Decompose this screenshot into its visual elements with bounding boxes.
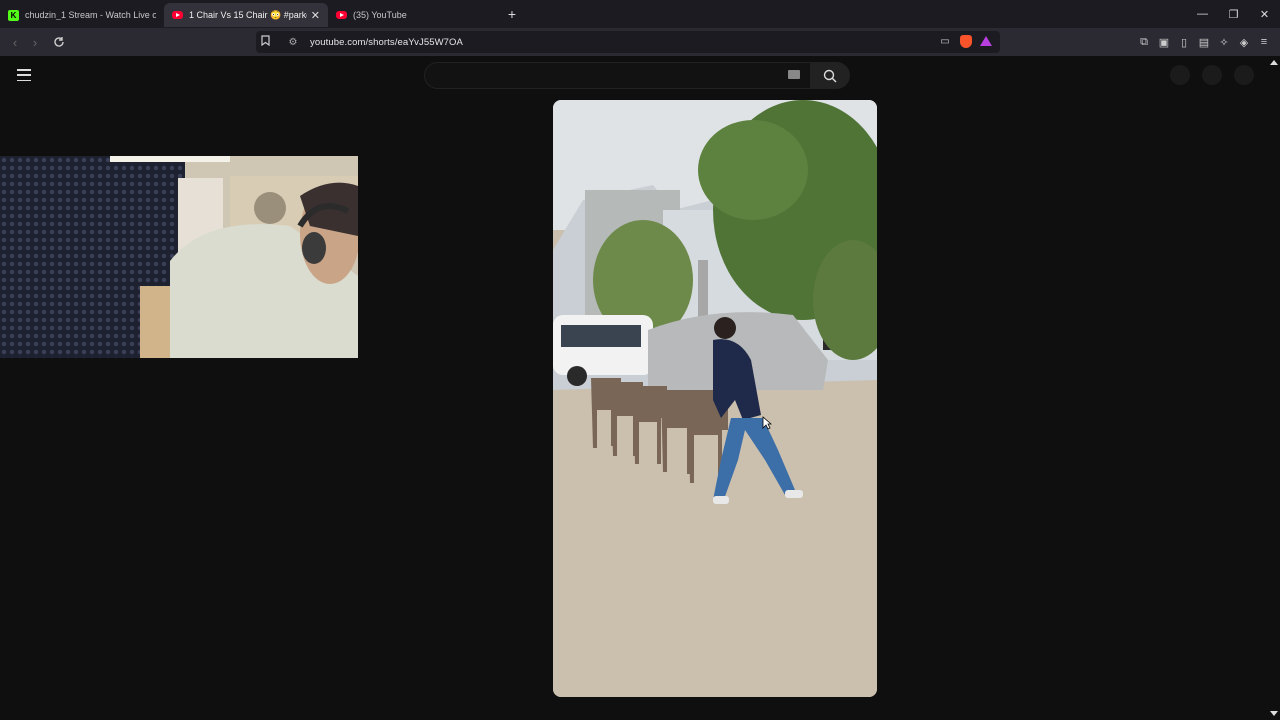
webcam-overlay bbox=[0, 156, 358, 358]
search-icon bbox=[823, 69, 837, 82]
close-window-button[interactable]: ✕ bbox=[1249, 8, 1280, 21]
avatar[interactable] bbox=[1234, 65, 1254, 85]
brave-shields-icon[interactable] bbox=[960, 34, 972, 48]
header-actions bbox=[1170, 65, 1254, 85]
tab-youtube-home[interactable]: (35) YouTube bbox=[328, 3, 492, 27]
shorts-video-player[interactable] bbox=[553, 100, 877, 697]
tab-kick-stream[interactable]: K chudzin_1 Stream - Watch Live on Kick bbox=[0, 3, 164, 27]
close-tab-icon[interactable]: ✕ bbox=[311, 9, 320, 22]
tab-title: (35) YouTube bbox=[353, 10, 407, 20]
address-bar[interactable]: ⚙ youtube.com/shorts/eaYvJ55W7OA ▭ bbox=[256, 31, 1000, 53]
search-button[interactable] bbox=[810, 62, 850, 89]
back-button[interactable]: ‹ bbox=[5, 32, 25, 52]
restore-button[interactable]: ❐ bbox=[1218, 8, 1249, 21]
search-input[interactable] bbox=[424, 62, 812, 89]
cast-icon[interactable]: ▭ bbox=[938, 34, 952, 48]
keyboard-icon[interactable] bbox=[788, 70, 800, 79]
notifications-button[interactable] bbox=[1202, 65, 1222, 85]
guide-menu-icon[interactable] bbox=[17, 69, 31, 81]
extensions-icon[interactable]: ⧉ bbox=[1136, 32, 1152, 52]
minimize-button[interactable]: — bbox=[1187, 8, 1218, 20]
youtube-icon bbox=[336, 10, 347, 21]
mouse-cursor bbox=[762, 416, 772, 430]
vpn-icon[interactable]: ◈ bbox=[1236, 32, 1252, 52]
wallet-icon[interactable]: ▤ bbox=[1196, 32, 1212, 52]
page-scrollbar[interactable] bbox=[1268, 56, 1280, 720]
screenshot-icon[interactable]: ▣ bbox=[1156, 32, 1172, 52]
browser-toolbar: ‹ › ⚙ youtube.com/shorts/eaYvJ55W7OA ▭ ⧉… bbox=[0, 28, 1280, 56]
youtube-icon bbox=[172, 10, 183, 21]
bookmark-icon[interactable] bbox=[256, 35, 274, 49]
tab-strip: K chudzin_1 Stream - Watch Live on Kick … bbox=[0, 0, 1280, 28]
window-controls: — ❐ ✕ bbox=[1187, 0, 1280, 28]
scroll-up-icon[interactable] bbox=[1270, 60, 1278, 65]
forward-button[interactable]: › bbox=[25, 32, 45, 52]
youtube-page bbox=[0, 56, 1280, 720]
brave-rewards-icon[interactable] bbox=[980, 36, 992, 46]
tab-title: chudzin_1 Stream - Watch Live on Kick bbox=[25, 10, 156, 20]
url-text: youtube.com/shorts/eaYvJ55W7OA bbox=[310, 36, 463, 48]
site-info-icon[interactable]: ⚙ bbox=[284, 37, 302, 48]
sidebar-icon[interactable]: ▯ bbox=[1176, 32, 1192, 52]
tab-title: 1 Chair Vs 15 Chair 😳 #parkour bbox=[189, 9, 307, 20]
kick-icon: K bbox=[8, 9, 19, 21]
scroll-down-icon[interactable] bbox=[1270, 711, 1278, 716]
tab-youtube-short[interactable]: 1 Chair Vs 15 Chair 😳 #parkour ✕ bbox=[164, 3, 328, 27]
reload-button[interactable] bbox=[49, 32, 69, 52]
menu-icon[interactable]: ≡ bbox=[1256, 32, 1272, 52]
extensions-area: ⧉ ▣ ▯ ▤ ✧ ◈ ≡ bbox=[1136, 32, 1272, 52]
reload-icon bbox=[54, 37, 64, 47]
create-button[interactable] bbox=[1170, 65, 1190, 85]
new-tab-button[interactable]: + bbox=[502, 6, 522, 22]
leo-ai-icon[interactable]: ✧ bbox=[1216, 32, 1232, 52]
